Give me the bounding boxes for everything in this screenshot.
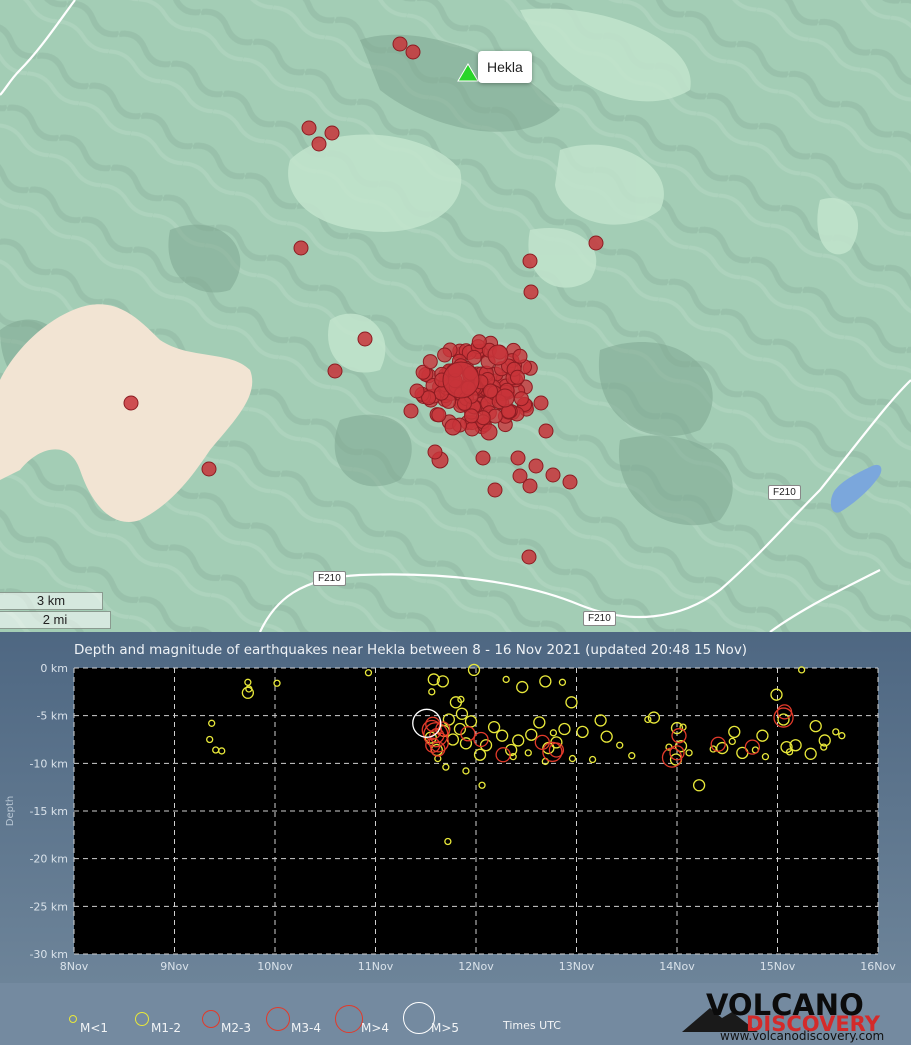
scale-km: 3 km — [0, 592, 103, 610]
x-ticks: 8Nov 9Nov 10Nov 11Nov 12Nov 13Nov 14Nov 15Nov 16… — [60, 960, 896, 973]
quake-marker — [123, 395, 139, 411]
quake-marker — [403, 403, 419, 419]
y-tick-label: -20 km — [29, 853, 68, 866]
quake-marker — [471, 334, 487, 350]
quake-marker — [201, 461, 217, 477]
x-tick-label: 16Nov — [860, 960, 896, 973]
map-canvas[interactable] — [0, 0, 911, 632]
quake-marker — [427, 444, 443, 460]
quake-marker — [457, 395, 472, 411]
x-tick-label: 13Nov — [559, 960, 595, 973]
quake-marker — [521, 549, 537, 565]
x-tick-label: 11Nov — [358, 960, 394, 973]
legend-label: M3-4 — [291, 1021, 321, 1035]
quake-marker — [444, 418, 462, 436]
quake-marker — [442, 361, 480, 399]
volcano-label[interactable]: Hekla — [478, 51, 532, 83]
y-tick-label: -5 km — [36, 710, 68, 723]
quake-marker — [327, 363, 343, 379]
quake-marker — [545, 467, 561, 483]
quake-marker — [301, 120, 317, 136]
legend-label: M>5 — [431, 1021, 460, 1035]
scale-mi: 2 mi — [0, 611, 111, 629]
x-tick-label: 10Nov — [257, 960, 293, 973]
quake-marker — [512, 468, 528, 484]
quake-marker — [487, 482, 503, 498]
legend-label: M>4 — [361, 1021, 390, 1035]
quake-marker — [324, 125, 340, 141]
road-label: F210 — [768, 485, 801, 500]
y-ticks: 0 km-5 km-10 km-15 km-20 km-25 km-30 km — [29, 662, 68, 961]
quake-marker — [588, 235, 604, 251]
quake-marker — [464, 408, 479, 424]
legend-label: M<1 — [80, 1021, 109, 1035]
legend-circle-m2-3 — [202, 1010, 220, 1028]
quake-marker — [562, 474, 578, 490]
quake-marker — [480, 423, 498, 441]
legend-times-utc: Times UTC — [503, 1019, 561, 1032]
x-tick-label: 14Nov — [659, 960, 695, 973]
legend-circle-m3-4 — [266, 1007, 290, 1031]
quake-marker — [538, 423, 554, 439]
quake-marker — [409, 383, 425, 399]
depth-chart: Depth 0 km-5 km-10 km-15 km-20 km-25 km-… — [5, 662, 896, 973]
quake-marker — [405, 44, 421, 60]
y-tick-label: -10 km — [29, 757, 68, 770]
y-tick-label: 0 km — [40, 662, 68, 675]
road-label: F210 — [583, 611, 616, 626]
quake-marker — [523, 284, 539, 300]
quake-marker — [437, 347, 453, 363]
quake-marker — [513, 391, 529, 407]
quake-marker — [533, 395, 549, 411]
legend-circle-m1-2 — [135, 1012, 149, 1026]
x-tick-label: 8Nov — [60, 960, 89, 973]
quake-marker — [495, 388, 515, 408]
quake-marker — [487, 344, 509, 366]
quake-marker — [392, 36, 408, 52]
quake-marker — [528, 458, 544, 474]
legend-circle-m-lt-1 — [69, 1015, 77, 1023]
quake-marker — [510, 450, 526, 466]
y-tick-label: -15 km — [29, 805, 68, 818]
quake-marker — [422, 354, 438, 370]
y-tick-label: -25 km — [29, 900, 68, 913]
y-axis-label: Depth — [5, 796, 16, 826]
map-panel[interactable]: Hekla 3 km 2 mi F210 F210 F210 — [0, 0, 911, 632]
legend-label: M2-3 — [221, 1021, 251, 1035]
logo-url[interactable]: www.volcanodiscovery.com — [720, 1029, 884, 1043]
quake-marker — [311, 136, 327, 152]
quake-marker — [293, 240, 309, 256]
x-tick-label: 9Nov — [160, 960, 189, 973]
quake-marker — [431, 407, 447, 423]
quake-marker — [512, 348, 528, 364]
quake-marker — [466, 349, 482, 365]
quake-marker — [357, 331, 373, 347]
quake-marker — [483, 383, 498, 399]
legend-circle-m-gt-4 — [335, 1005, 363, 1033]
quake-marker — [475, 450, 491, 466]
quake-marker — [510, 369, 525, 385]
quake-marker — [522, 253, 538, 269]
x-tick-label: 15Nov — [760, 960, 796, 973]
x-tick-label: 12Nov — [458, 960, 494, 973]
legend-label: M1-2 — [151, 1021, 181, 1035]
road-label: F210 — [313, 571, 346, 586]
